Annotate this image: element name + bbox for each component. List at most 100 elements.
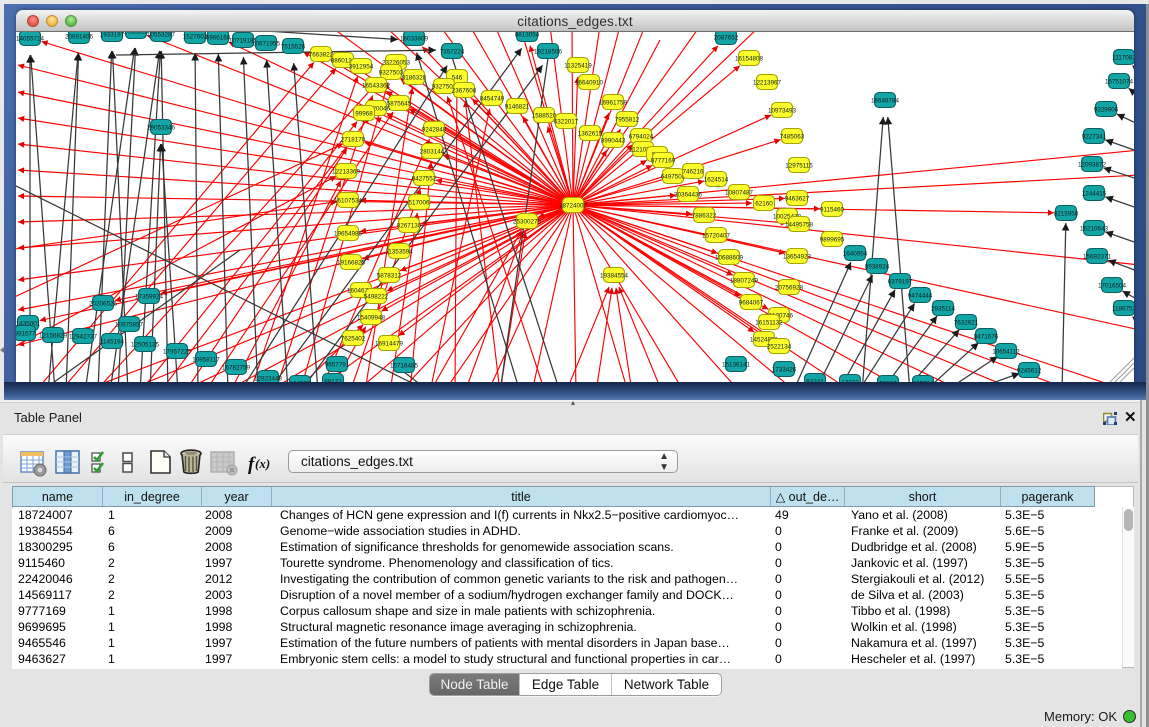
svg-text:1527602: 1527602 [183, 33, 208, 40]
svg-text:8215958: 8215958 [1054, 210, 1079, 217]
svg-text:9242848: 9242848 [422, 126, 447, 133]
svg-text:6322017: 6322017 [554, 118, 579, 125]
svg-text:1362615: 1362615 [578, 130, 603, 137]
svg-text:19654985: 19654985 [334, 230, 363, 237]
svg-text:12505135: 12505135 [131, 341, 160, 348]
svg-text:6794024: 6794024 [629, 133, 654, 140]
svg-text:6966160: 6966160 [206, 34, 231, 41]
svg-text:7357224: 7357224 [440, 48, 465, 55]
svg-text:746216: 746216 [682, 168, 704, 175]
svg-text:8813054: 8813054 [515, 32, 540, 38]
svg-text:13654923: 13654923 [783, 253, 812, 260]
svg-text:12093872: 12093872 [1078, 161, 1107, 168]
svg-text:16033809: 16033809 [400, 35, 429, 42]
svg-text:7632621: 7632621 [954, 319, 979, 326]
svg-text:20206526: 20206526 [89, 300, 118, 307]
svg-text:10958117: 10958117 [192, 356, 220, 363]
svg-text:16648784: 16648784 [871, 97, 900, 104]
svg-text:16154808: 16154808 [735, 55, 764, 62]
svg-text:20364436: 20364436 [674, 191, 703, 198]
svg-text:9329906: 9329906 [1094, 106, 1119, 113]
svg-text:8427552: 8427552 [412, 175, 437, 182]
svg-text:10688609: 10688609 [715, 254, 744, 261]
svg-text:9657791: 9657791 [325, 361, 350, 368]
svg-text:12213369: 12213369 [332, 168, 361, 175]
svg-text:8471676: 8471676 [974, 333, 999, 340]
svg-text:2522134: 2522134 [767, 343, 792, 350]
svg-text:9899695: 9899695 [820, 236, 845, 243]
svg-text:1733426: 1733426 [772, 366, 797, 373]
svg-text:15751074: 15751074 [1105, 78, 1134, 85]
svg-text:7886322: 7886322 [692, 212, 717, 219]
svg-text:12942737: 12942737 [69, 333, 98, 340]
svg-text:20756928: 20756928 [775, 284, 804, 291]
svg-text:1624514: 1624514 [704, 176, 729, 183]
svg-text:18724007: 18724007 [559, 202, 588, 209]
svg-text:10973493: 10973493 [768, 107, 797, 114]
svg-text:1244415: 1244415 [1082, 190, 1107, 197]
svg-text:7955812: 7955812 [615, 116, 640, 123]
svg-text:16151132: 16151132 [755, 319, 783, 326]
svg-text:16107534: 16107534 [334, 197, 363, 204]
svg-text:1145194: 1145194 [100, 338, 125, 345]
svg-text:25300275: 25300275 [513, 218, 542, 225]
svg-text:12923448: 12923448 [254, 375, 283, 382]
svg-text:16782759: 16782759 [222, 364, 251, 371]
svg-text:11325419: 11325419 [564, 62, 592, 69]
svg-text:16961758: 16961758 [599, 99, 628, 106]
svg-text:17016504: 17016504 [1098, 282, 1127, 289]
svg-text:8938924: 8938924 [865, 263, 890, 270]
svg-text:1640954: 1640954 [843, 250, 868, 257]
svg-text:99968: 99968 [355, 110, 373, 117]
svg-text:9463627: 9463627 [785, 195, 810, 202]
svg-text:20691406: 20691406 [65, 33, 94, 40]
svg-text:9146821: 9146821 [505, 103, 530, 110]
svg-text:9684067: 9684067 [739, 299, 764, 306]
svg-text:1186753: 1186753 [1112, 305, 1134, 312]
svg-text:391577: 391577 [16, 330, 36, 337]
svg-text:8267130: 8267130 [397, 222, 422, 229]
svg-text:5498222: 5498222 [364, 293, 389, 300]
svg-text:18807249: 18807249 [730, 277, 759, 284]
svg-text:9474444: 9474444 [908, 292, 933, 299]
svg-text:11353594: 11353594 [385, 248, 413, 255]
svg-text:9115460: 9115460 [820, 206, 845, 213]
svg-text:9327503: 9327503 [379, 69, 404, 76]
svg-text:29053346: 29053346 [147, 124, 176, 131]
svg-text:15720407: 15720407 [702, 232, 731, 239]
svg-text:19384554: 19384554 [600, 272, 629, 279]
svg-text:8186328: 8186328 [402, 74, 427, 81]
svg-text:10807487: 10807487 [725, 189, 754, 196]
svg-text:15136141: 15136141 [722, 361, 751, 368]
svg-text:5878312: 5878312 [377, 272, 402, 279]
svg-text:12213967: 12213967 [753, 79, 782, 86]
svg-text:15409948: 15409948 [357, 314, 386, 321]
svg-text:9777169: 9777169 [651, 157, 676, 164]
svg-text:7485063: 7485063 [780, 133, 805, 140]
svg-text:9245612: 9245612 [1017, 367, 1042, 374]
svg-text:2087652: 2087652 [714, 34, 739, 41]
svg-text:517006: 517006 [408, 199, 430, 206]
svg-text:1933197: 1933197 [100, 32, 125, 38]
svg-text:14055714: 14055714 [16, 35, 44, 42]
svg-text:9227341: 9227341 [1082, 133, 1107, 140]
svg-text:62160: 62160 [755, 200, 773, 207]
svg-text:10553287: 10553287 [147, 32, 176, 38]
svg-text:8454749: 8454749 [480, 95, 505, 102]
svg-text:1065328: 1065328 [124, 32, 149, 35]
svg-text:2367608: 2367608 [452, 87, 477, 94]
svg-text:16543362: 16543362 [362, 82, 391, 89]
svg-text:3912954: 3912954 [349, 63, 374, 70]
svg-text:17359924: 17359924 [135, 293, 164, 300]
svg-text:12156829: 12156829 [39, 332, 68, 339]
svg-text:16914479: 16914479 [375, 340, 404, 347]
svg-text:6379197: 6379197 [888, 278, 913, 285]
svg-text:2935114: 2935114 [931, 305, 956, 312]
svg-text:10975857: 10975857 [115, 321, 144, 328]
svg-text:14495758: 14495758 [785, 221, 814, 228]
svg-text:5875645: 5875645 [387, 100, 412, 107]
svg-text:10654112: 10654112 [992, 348, 1020, 355]
svg-text:1117082: 1117082 [1112, 54, 1134, 61]
svg-text:10671955: 10671955 [252, 40, 281, 47]
svg-text:7515526: 7515526 [281, 43, 306, 50]
